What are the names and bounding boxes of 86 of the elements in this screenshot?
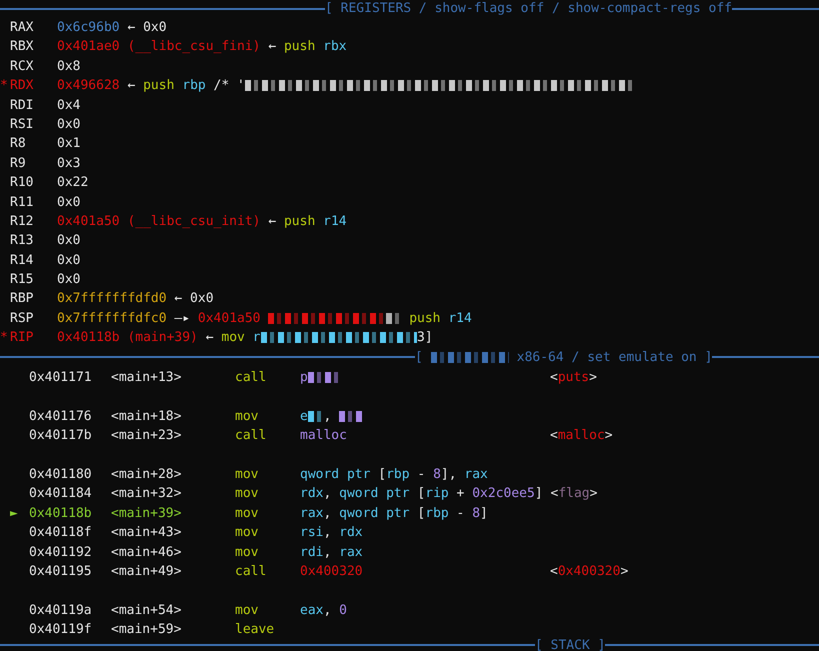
instruction-symbol: <main+18>: [111, 408, 182, 426]
instruction-symbol: <main+32>: [111, 485, 182, 504]
register-name: RDX: [10, 77, 34, 96]
register-name: R15: [10, 271, 34, 290]
changed-marker: *: [0, 330, 8, 346]
instruction-address: 0x401195: [29, 562, 93, 581]
instruction-address: 0x401176: [29, 408, 93, 426]
instruction-mnemonic: mov: [235, 602, 260, 620]
instruction-operands: rsi, rdx: [300, 525, 363, 540]
register-value: 0x40118b (main+39) ← mov r 3]: [57, 329, 433, 348]
instruction-comment: <puts>: [550, 369, 597, 388]
instruction-mnemonic: mov: [235, 466, 260, 484]
instruction-symbol: <main+13>: [111, 369, 182, 388]
instruction-address: 0x401184: [29, 485, 93, 504]
register-value: 0x7fffffffdfd0 ← 0x0: [57, 290, 214, 308]
register-name: RDI: [10, 96, 34, 115]
instruction-symbol: <main+28>: [111, 466, 182, 484]
instruction-symbol: <main+49>: [111, 562, 182, 581]
register-name: RBP: [10, 290, 34, 308]
section-title: [ REGISTERS / show-flags off / show-compact-regs off: [325, 0, 732, 17]
instruction-address: 0x401171: [29, 369, 93, 388]
register-name: R10: [10, 174, 34, 192]
instruction-symbol: <main+23>: [111, 427, 182, 446]
register-name: RAX: [10, 19, 34, 37]
instruction-mnemonic: mov: [235, 544, 260, 562]
register-name: R11: [10, 194, 34, 212]
instruction-address: 0x40119a: [29, 602, 93, 620]
register-value: 0x0: [57, 232, 80, 250]
register-value: 0x3: [57, 154, 80, 173]
instruction-mnemonic: call: [235, 427, 268, 446]
register-value: 0x7fffffffdfc0 —▸ 0x401a50 push r14: [57, 310, 472, 328]
instruction-operands: rdx, qword ptr [rip + 0x2c0ee5] <flag>: [300, 486, 598, 502]
register-value: 0x1: [57, 135, 80, 154]
instruction-mnemonic: call: [235, 369, 268, 388]
section-title: [ x86-64 / set emulate on ]: [415, 348, 712, 367]
instruction-operands: rax, qword ptr [rbp - 8]: [300, 506, 488, 521]
register-value: 0x0: [57, 194, 80, 212]
changed-marker: *: [0, 78, 8, 94]
register-value: 0x4: [57, 96, 80, 115]
instruction-operands: qword ptr [rbp - 8], rax: [300, 466, 488, 482]
instruction-mnemonic: mov: [235, 524, 260, 542]
register-value: 0x0: [57, 271, 80, 290]
register-value: 0x6c96b0 ← 0x0: [57, 19, 167, 37]
instruction-symbol: <main+43>: [111, 524, 182, 542]
instruction-mnemonic: mov: [235, 485, 260, 504]
register-name: R12: [10, 212, 34, 231]
instruction-operands: 0x400320: [300, 564, 363, 579]
instruction-symbol: <main+46>: [111, 544, 182, 562]
instruction-operands: eax, 0: [300, 602, 347, 618]
register-name: RSI: [10, 116, 34, 134]
register-name: RCX: [10, 58, 34, 76]
instruction-operands: rdi, rax: [300, 544, 363, 560]
register-value: 0x401a50 (__libc_csu_init) ← push r14: [57, 212, 347, 231]
instruction-mnemonic: mov: [235, 504, 260, 523]
register-value: 0x401ae0 (__libc_csu_fini) ← push rbx: [57, 38, 347, 56]
register-name: R9: [10, 154, 27, 173]
register-name: RSP: [10, 310, 34, 328]
instruction-address: 0x401180: [29, 466, 93, 484]
register-name: R13: [10, 232, 34, 250]
register-value: 0x22: [57, 174, 88, 192]
instruction-address: 0x40118f: [29, 524, 93, 542]
instruction-comment: <0x400320>: [550, 562, 628, 581]
instruction-operands: e ,: [300, 408, 363, 424]
instruction-comment: <malloc>: [550, 427, 613, 446]
register-name: RBX: [10, 38, 34, 56]
instruction-mnemonic: call: [235, 562, 268, 581]
instruction-symbol: <main+59>: [111, 621, 182, 640]
section-title: [ STACK ]: [535, 638, 606, 651]
register-value: 0x0: [57, 252, 80, 270]
register-value: 0x496628 ← push rbp /* ': [57, 76, 636, 96]
register-name: RIP: [10, 329, 34, 348]
current-line-marker: ►: [10, 506, 18, 521]
register-name: R8: [10, 135, 27, 154]
register-value: 0x0: [57, 116, 80, 134]
instruction-symbol: <main+39>: [111, 504, 182, 523]
instruction-operands: p: [300, 370, 340, 386]
instruction-mnemonic: leave: [235, 621, 276, 640]
instruction-address: 0x401192: [29, 544, 93, 562]
instruction-symbol: <main+54>: [111, 602, 182, 620]
instruction-address: 0x40119f: [29, 621, 93, 640]
instruction-address: 0x40118b: [29, 504, 93, 523]
instruction-address: 0x40117b: [29, 427, 93, 446]
instruction-operands: malloc: [300, 428, 347, 444]
register-name: R14: [10, 252, 34, 270]
register-value: 0x8: [57, 58, 80, 76]
instruction-mnemonic: mov: [235, 408, 260, 426]
